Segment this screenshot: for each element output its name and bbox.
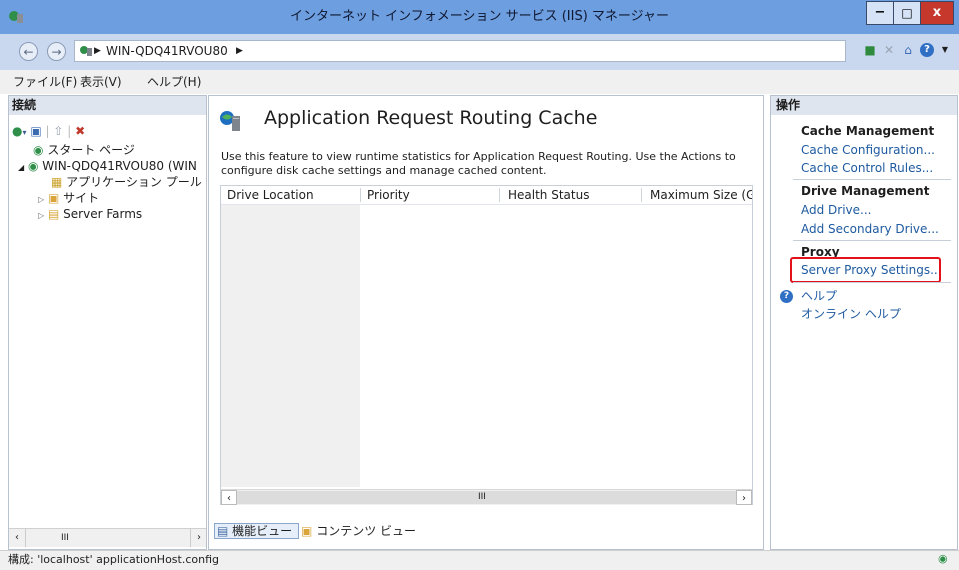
scroll-right-icon[interactable]: ›	[736, 490, 752, 505]
actions-title: 操作	[776, 98, 801, 112]
divider	[793, 179, 951, 180]
highlight-box	[790, 257, 941, 283]
column-priority[interactable]: Priority	[367, 186, 410, 204]
breadcrumb-arrow-icon: ▶	[94, 46, 101, 56]
cache-control-rules-link[interactable]: Cache Control Rules...	[801, 159, 933, 177]
divider	[793, 240, 951, 241]
tree-item-start-page[interactable]: ◉ スタート ページ	[33, 142, 135, 158]
menu-view[interactable]: 表示(V)	[80, 70, 122, 94]
scroll-left-icon[interactable]: ‹	[221, 490, 237, 505]
divider	[793, 282, 951, 283]
forward-button[interactable]: →	[47, 42, 66, 61]
start-page-icon: ◉	[33, 143, 44, 157]
address-path[interactable]: WIN-QDQ41RVOU80	[106, 40, 228, 62]
minimize-button[interactable]: −	[866, 1, 894, 25]
tree-item-sites[interactable]: ▷ ▣ サイト	[38, 190, 99, 206]
chevron-down-icon[interactable]: ▾	[22, 128, 26, 137]
connect-icon[interactable]: ●	[12, 124, 22, 138]
separator: |	[67, 124, 72, 138]
grid-first-column-bg	[221, 204, 360, 487]
add-secondary-drive-link[interactable]: Add Secondary Drive...	[801, 220, 939, 238]
column-separator[interactable]	[360, 188, 361, 202]
scroll-thumb-grip[interactable]: III	[61, 529, 69, 547]
column-drive-location[interactable]: Drive Location	[227, 186, 314, 204]
chevron-down-icon[interactable]: ▼	[936, 40, 954, 60]
save-icon[interactable]: ▣	[30, 124, 41, 138]
features-view-icon: ▤	[217, 524, 229, 538]
tab-label: コンテンツ ビュー	[316, 524, 417, 538]
add-drive-link[interactable]: Add Drive...	[801, 201, 871, 219]
tab-content-view[interactable]: ▣ コンテンツ ビュー	[299, 524, 418, 538]
column-maximum-size[interactable]: Maximum Size (GE	[650, 186, 752, 204]
home-icon[interactable]: ⌂	[899, 40, 917, 60]
drive-management-heading: Drive Management	[801, 184, 930, 198]
scroll-thumb-grip[interactable]: III	[478, 490, 486, 505]
connections-toolbar: ●▾ ▣ | ⇧ | ✖	[12, 122, 85, 140]
scroll-left-icon[interactable]: ‹	[9, 529, 26, 547]
expand-icon[interactable]: ▷	[38, 211, 44, 220]
tree-item-label: スタート ページ	[47, 143, 135, 157]
up-icon[interactable]: ⇧	[53, 124, 63, 138]
tree-item-label: Server Farms	[63, 207, 143, 221]
cache-configuration-link[interactable]: Cache Configuration...	[801, 141, 935, 159]
feature-description: Use this feature to view runtime statist…	[221, 150, 736, 177]
server-farm-icon: ▤	[47, 207, 60, 221]
column-separator[interactable]	[499, 188, 500, 202]
server-icon	[80, 46, 92, 56]
menu-file[interactable]: ファイル(F)	[13, 70, 77, 94]
grid-hscrollbar[interactable]: ‹ III ›	[221, 489, 752, 505]
separator: |	[45, 124, 50, 138]
view-tabs: ▤ 機能ビュー ▣ コンテンツ ビュー	[214, 522, 418, 540]
sites-folder-icon: ▣	[47, 191, 60, 205]
collapse-icon[interactable]: ◢	[18, 163, 24, 172]
tree-item-label: アプリケーション プール	[66, 175, 202, 189]
maximize-button[interactable]: □	[893, 1, 921, 25]
help-icon: ?	[780, 290, 793, 303]
breadcrumb-arrow-icon[interactable]: ▶	[236, 40, 243, 62]
tree-item-server-farms[interactable]: ▷ ▤ Server Farms	[38, 206, 142, 222]
help-link[interactable]: ヘルプ	[801, 287, 837, 305]
refresh-icon[interactable]: ■	[861, 40, 879, 60]
stop-icon[interactable]: ✕	[880, 40, 898, 60]
tree-item-label: サイト	[63, 191, 100, 205]
tree-item-app-pools[interactable]: ▦ アプリケーション プール	[51, 174, 202, 190]
arr-cache-icon	[220, 111, 240, 131]
connections-title: 接続	[12, 98, 37, 112]
status-text: 構成: 'localhost' applicationHost.config	[8, 553, 220, 566]
tree-item-label: WIN-QDQ41RVOU80 (WIN	[42, 159, 197, 173]
content-view-icon: ▣	[301, 524, 313, 538]
tree-item-server[interactable]: ◢ ◉ WIN-QDQ41RVOU80 (WIN	[18, 158, 197, 174]
window-title: インターネット インフォメーション サービス (IIS) マネージャー	[289, 9, 670, 24]
menu-help[interactable]: ヘルプ(H)	[147, 70, 201, 94]
disconnect-icon[interactable]: ✖	[75, 124, 85, 138]
menu-bar	[0, 70, 959, 94]
column-separator[interactable]	[641, 188, 642, 202]
scroll-thumb[interactable]	[237, 491, 736, 504]
status-server-icon: ◉	[938, 552, 948, 565]
column-health-status[interactable]: Health Status	[508, 186, 589, 204]
close-button[interactable]: x	[920, 1, 954, 25]
cache-management-heading: Cache Management	[801, 124, 935, 138]
back-button[interactable]: ←	[19, 42, 38, 61]
expand-icon[interactable]: ▷	[38, 195, 44, 204]
server-icon: ◉	[27, 159, 39, 173]
connections-hscrollbar[interactable]: ‹ III ›	[9, 528, 206, 547]
tab-label: 機能ビュー	[232, 524, 293, 538]
page-title: Application Request Routing Cache	[264, 107, 598, 129]
help-icon[interactable]: ?	[920, 43, 934, 57]
connections-header	[9, 96, 206, 115]
online-help-link[interactable]: オンライン ヘルプ	[801, 305, 901, 323]
tab-features-view[interactable]: ▤ 機能ビュー	[214, 523, 300, 539]
scroll-right-icon[interactable]: ›	[190, 529, 207, 547]
app-pool-icon: ▦	[51, 175, 63, 189]
